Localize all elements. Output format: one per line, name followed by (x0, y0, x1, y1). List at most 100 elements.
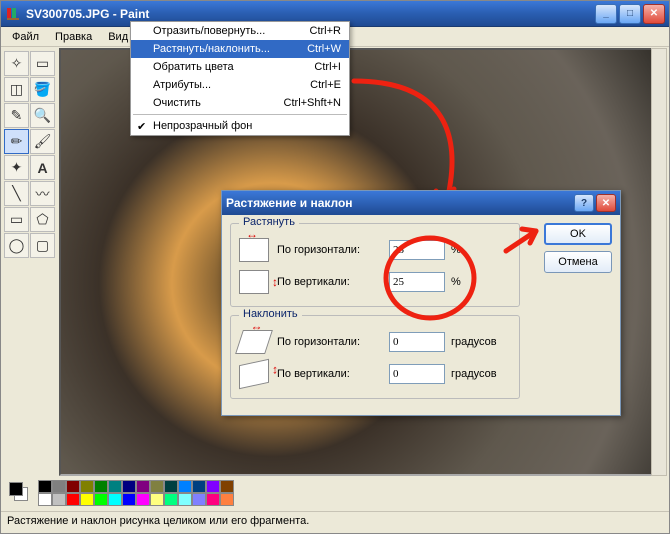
color-swatch[interactable] (136, 480, 150, 493)
skew-vert-input[interactable] (389, 364, 445, 384)
paint-window: SV300705.JPG - Paint _ □ ✕ Файл Правка В… (0, 0, 670, 534)
tool-rounded-rect[interactable]: ▢ (30, 233, 55, 258)
color-swatch[interactable] (94, 480, 108, 493)
stretch-vert-row: ↕ По вертикали: % (239, 266, 511, 298)
stretch-vert-icon: ↕ (239, 270, 269, 294)
tool-rect[interactable]: ▭ (4, 207, 29, 232)
color-swatch[interactable] (38, 493, 52, 506)
cancel-button[interactable]: Отмена (544, 251, 612, 273)
color-swatch[interactable] (178, 493, 192, 506)
menu-item-attributes[interactable]: Атрибуты...Ctrl+E (131, 76, 349, 94)
tool-brush[interactable]: 🖌 (30, 129, 55, 154)
menu-item-invert[interactable]: Обратить цветаCtrl+I (131, 58, 349, 76)
color-swatch[interactable] (220, 480, 234, 493)
color-swatch[interactable] (192, 480, 206, 493)
menu-file[interactable]: Файл (4, 29, 47, 45)
color-swatch[interactable] (192, 493, 206, 506)
color-swatch[interactable] (136, 493, 150, 506)
stretch-horiz-unit: % (451, 244, 461, 256)
minimize-button[interactable]: _ (595, 4, 617, 24)
fg-color (9, 482, 23, 496)
color-swatch[interactable] (164, 480, 178, 493)
skew-vert-label: По вертикали: (277, 368, 389, 380)
stretch-vert-unit: % (451, 276, 461, 288)
tool-picker[interactable]: ✎ (4, 103, 29, 128)
color-swatch[interactable] (108, 493, 122, 506)
image-menu-dropdown: Отразить/повернуть...Ctrl+R Растянуть/на… (130, 21, 350, 136)
tool-curve[interactable]: 〰 (30, 181, 55, 206)
skew-vert-icon: ↕ (239, 359, 269, 389)
color-swatch[interactable] (52, 493, 66, 506)
color-swatch[interactable] (94, 493, 108, 506)
paint-app-icon (5, 6, 21, 22)
check-icon: ✔ (137, 120, 146, 133)
color-swatch[interactable] (52, 480, 66, 493)
dialog-title: Растяжение и наклон (226, 196, 574, 210)
tool-text[interactable]: A (30, 155, 55, 180)
color-swatch[interactable] (122, 480, 136, 493)
status-text: Растяжение и наклон рисунка целиком или … (7, 515, 309, 527)
statusbar: Растяжение и наклон рисунка целиком или … (1, 511, 669, 533)
menubar: Файл Правка Вид Рисунок Палитра Справка … (1, 27, 669, 47)
stretch-vert-input[interactable] (389, 272, 445, 292)
vertical-scrollbar[interactable] (651, 48, 667, 476)
dialog-close-button[interactable]: ✕ (596, 194, 616, 212)
tool-airbrush[interactable]: ✦ (4, 155, 29, 180)
color-swatch[interactable] (150, 480, 164, 493)
stretch-horiz-icon: ↔ (239, 238, 269, 262)
stretch-horiz-label: По горизонтали: (277, 244, 389, 256)
close-button[interactable]: ✕ (643, 4, 665, 24)
dialog-help-button[interactable]: ? (574, 194, 594, 212)
skew-horiz-input[interactable] (389, 332, 445, 352)
maximize-button[interactable]: □ (619, 4, 641, 24)
color-swatch[interactable] (108, 480, 122, 493)
skew-vert-unit: градусов (451, 368, 497, 380)
color-swatch[interactable] (122, 493, 136, 506)
color-swatches (38, 480, 234, 506)
tool-eraser[interactable]: ◫ (4, 77, 29, 102)
tool-polygon[interactable]: ⬠ (30, 207, 55, 232)
menu-item-clear[interactable]: ОчиститьCtrl+Shft+N (131, 94, 349, 112)
skew-horiz-icon: ↔ (235, 330, 273, 354)
color-swatch[interactable] (206, 493, 220, 506)
menu-item-flip-rotate[interactable]: Отразить/повернуть...Ctrl+R (131, 22, 349, 40)
tool-free-select[interactable]: ✧ (4, 51, 29, 76)
color-palette (6, 479, 234, 507)
color-swatch[interactable] (38, 480, 52, 493)
color-swatch[interactable] (66, 493, 80, 506)
menu-item-stretch-skew[interactable]: Растянуть/наклонить...Ctrl+W (131, 40, 349, 58)
skew-group: Наклонить ↔ По горизонтали: градусов ↕ П… (230, 315, 520, 399)
color-swatch[interactable] (164, 493, 178, 506)
color-swatch[interactable] (220, 493, 234, 506)
color-swatch[interactable] (150, 493, 164, 506)
stretch-horiz-input[interactable] (389, 240, 445, 260)
skew-horiz-row: ↔ По горизонтали: градусов (239, 326, 511, 358)
menu-edit[interactable]: Правка (47, 29, 100, 45)
tool-rect-select[interactable]: ▭ (30, 51, 55, 76)
color-swatch[interactable] (80, 493, 94, 506)
window-buttons: _ □ ✕ (595, 4, 665, 24)
dialog-buttons: OK Отмена (544, 223, 612, 273)
dialog-titlebar: Растяжение и наклон ? ✕ (222, 191, 620, 215)
tool-ellipse[interactable]: ◯ (4, 233, 29, 258)
stretch-group: Растянуть ↔ По горизонтали: % ↕ По верти… (230, 223, 520, 307)
skew-horiz-label: По горизонтали: (277, 336, 389, 348)
color-swatch[interactable] (80, 480, 94, 493)
fg-bg-swatch[interactable] (6, 479, 34, 507)
menu-item-opaque[interactable]: ✔Непрозрачный фон (131, 117, 349, 135)
color-swatch[interactable] (66, 480, 80, 493)
ok-button[interactable]: OK (544, 223, 612, 245)
color-swatch[interactable] (178, 480, 192, 493)
stretch-vert-label: По вертикали: (277, 276, 389, 288)
skew-legend: Наклонить (239, 308, 302, 320)
tool-line[interactable]: ╲ (4, 181, 29, 206)
skew-horiz-unit: градусов (451, 336, 497, 348)
toolbox: ✧ ▭ ◫ 🪣 ✎ 🔍 ✏ 🖌 ✦ A ╲ 〰 ▭ ⬠ ◯ ▢ (1, 48, 59, 258)
stretch-skew-dialog: Растяжение и наклон ? ✕ OK Отмена Растян… (221, 190, 621, 416)
color-swatch[interactable] (206, 480, 220, 493)
menu-separator (133, 114, 347, 115)
tool-magnify[interactable]: 🔍 (30, 103, 55, 128)
tool-fill[interactable]: 🪣 (30, 77, 55, 102)
tool-pencil[interactable]: ✏ (4, 129, 29, 154)
dialog-body: OK Отмена Растянуть ↔ По горизонтали: % … (222, 215, 620, 415)
